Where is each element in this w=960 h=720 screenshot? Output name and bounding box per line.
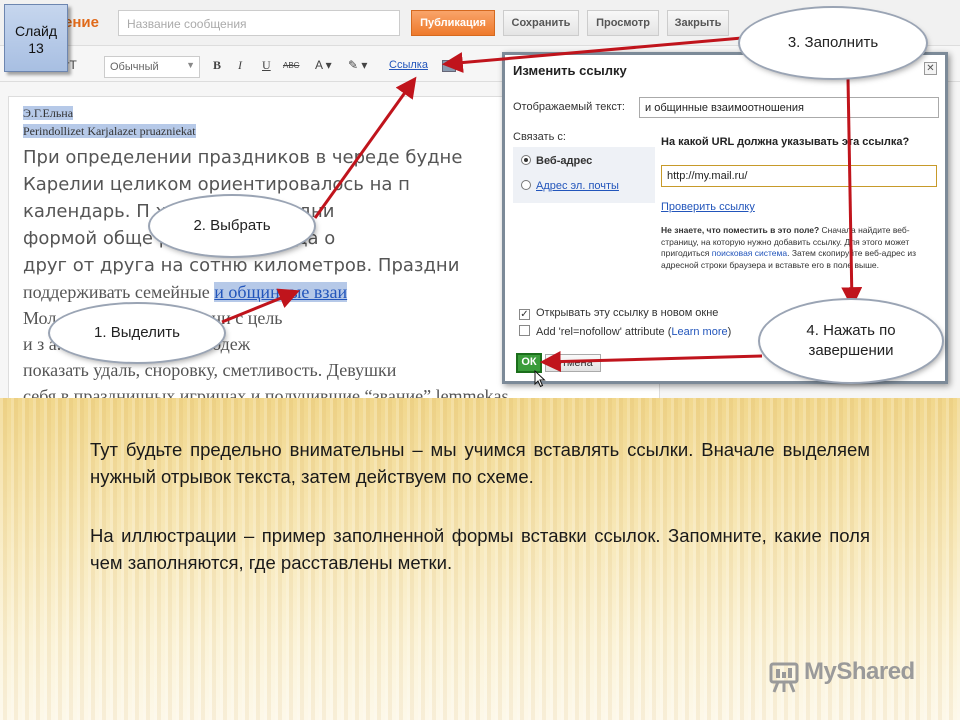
callout-step3: 3. Заполнить xyxy=(740,8,926,78)
myshared-logo-icon xyxy=(769,662,799,693)
editor-screenshot: ение Название сообщения Публикация Сохра… xyxy=(0,0,960,400)
callout-step1: 1. Выделить xyxy=(50,304,224,362)
callout-step2: 2. Выбрать xyxy=(150,196,314,256)
arrow-step2 xyxy=(313,76,417,219)
watermark-text: MyShared xyxy=(804,658,915,685)
arrow-step3a xyxy=(441,36,743,73)
arrow-step3b xyxy=(841,77,863,309)
arrow-step1 xyxy=(221,288,300,324)
callout-step4: 4. Нажать по завершении xyxy=(760,300,942,382)
arrow-step4 xyxy=(539,351,763,373)
callout-step4-line2: завершении xyxy=(808,342,894,359)
instruction-paragraph: На иллюстрации – пример заполненной форм… xyxy=(90,525,870,573)
instruction-paragraph: Тут будьте предельно внимательны – мы уч… xyxy=(90,439,870,487)
callout-step4-line1: 4. Нажать по xyxy=(806,322,896,339)
